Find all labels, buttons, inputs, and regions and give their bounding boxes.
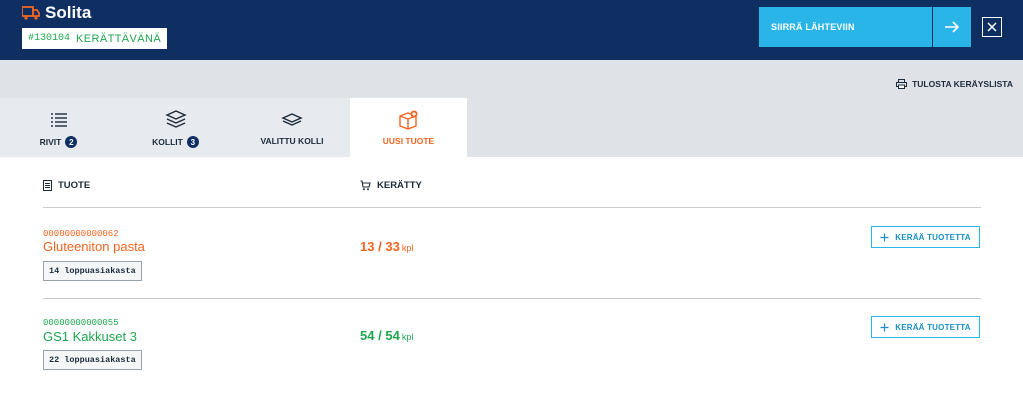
customer-count-badge: 14 loppuasiakasta	[43, 261, 142, 281]
tab-valittu-kolli[interactable]: VALITTU KOLLI	[234, 98, 350, 157]
stack-icon	[164, 110, 187, 128]
collect-product-label: KERÄÄ TUOTETTA	[895, 232, 971, 242]
collect-product-label: KERÄÄ TUOTETTA	[895, 322, 971, 332]
total-count: 33	[385, 239, 400, 254]
column-product-label: TUOTE	[58, 180, 91, 191]
tab-valittu-kolli-label: VALITTU KOLLI	[260, 136, 324, 146]
arrow-right-icon	[945, 21, 960, 33]
new-box-icon	[398, 110, 417, 130]
column-collected-label: KERÄTTY	[377, 180, 422, 191]
total-count: 54	[385, 328, 400, 343]
column-header-collected: KERÄTTY	[360, 180, 422, 191]
move-arrow-button[interactable]	[933, 7, 971, 47]
print-label: TULOSTA KERÄYSLISTA	[912, 79, 1013, 89]
tab-kollit[interactable]: KOLLIT 3	[117, 98, 234, 157]
collected-quantity: 13 / 33 kpl	[360, 239, 413, 254]
product-ean: 00000000000062	[43, 229, 119, 239]
list-icon	[50, 113, 67, 127]
tab-kollit-count: 3	[186, 136, 199, 148]
product-name: GS1 Kakkuset 3	[43, 329, 137, 344]
app-title: Solita	[45, 3, 92, 22]
tab-kollit-label: KOLLIT	[152, 137, 183, 147]
tab-rivit[interactable]: RIVIT 2	[0, 98, 117, 157]
close-button[interactable]	[982, 17, 1002, 37]
plus-icon	[880, 233, 889, 241]
collect-product-button[interactable]: KERÄÄ TUOTETTA	[871, 316, 980, 338]
collected-quantity: 54 / 54 kpl	[360, 328, 413, 343]
app-header: Solita #130104 KERÄTTÄVÄNÄ SIIRRÄ LÄHTEV…	[0, 0, 1023, 60]
collected-count: 54	[360, 328, 375, 343]
close-icon	[987, 22, 997, 32]
tab-bar: RIVIT 2 KOLLIT 3 VALITTU KOLLI UUSI TUOT…	[0, 98, 1023, 157]
quantity-separator: /	[378, 328, 382, 343]
tab-uusi-tuote[interactable]: UUSI TUOTE	[350, 98, 467, 157]
tab-rivit-label: RIVIT	[39, 137, 62, 147]
customer-count-badge: 22 loppuasiakasta	[43, 350, 142, 370]
column-header-product: TUOTE	[43, 180, 90, 191]
quantity-separator: /	[378, 239, 382, 254]
collected-count: 13	[360, 239, 375, 254]
truck-icon	[22, 6, 40, 20]
move-to-outgoing-button[interactable]: SIIRRÄ LÄHTEVIIN	[759, 7, 932, 47]
printer-icon	[896, 79, 908, 89]
plus-icon	[880, 323, 889, 331]
tab-rivit-count: 2	[65, 136, 78, 148]
product-ean: 00000000000055	[43, 318, 119, 328]
quantity-unit: kpl	[401, 332, 414, 342]
order-badge: #130104 KERÄTTÄVÄNÄ	[22, 28, 168, 49]
quantity-unit: kpl	[401, 243, 414, 253]
table-row: 00000000000055 GS1 Kakkuset 3 22 loppuas…	[0, 299, 1023, 389]
collect-product-button[interactable]: KERÄÄ TUOTETTA	[871, 226, 980, 248]
order-status: KERÄTTÄVÄNÄ	[76, 32, 162, 45]
product-name: Gluteeniton pasta	[43, 239, 145, 254]
document-icon	[43, 180, 52, 191]
order-number: #130104	[28, 33, 71, 44]
print-picklist-link[interactable]: TULOSTA KERÄYSLISTA	[896, 79, 1013, 89]
cart-icon	[360, 180, 371, 191]
table-row: 00000000000062 Gluteeniton pasta 14 lopp…	[0, 208, 1023, 298]
layer-icon	[281, 113, 303, 126]
tab-uusi-tuote-label: UUSI TUOTE	[382, 136, 435, 146]
